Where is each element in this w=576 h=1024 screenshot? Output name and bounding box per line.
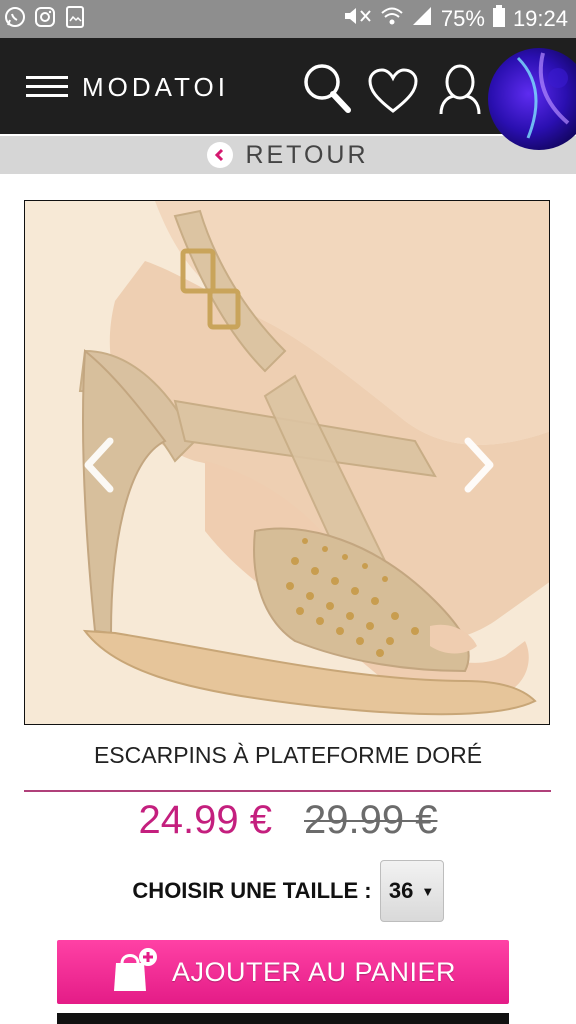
menu-icon[interactable]: [26, 76, 68, 98]
whatsapp-icon: [4, 6, 26, 28]
size-value[interactable]: 36: [389, 878, 413, 904]
instagram-icon: [34, 6, 56, 28]
bottom-button-edge: [57, 1013, 509, 1024]
wifi-icon: [381, 6, 403, 32]
price-row: 24.99 € 29.99 €: [0, 798, 576, 843]
gallery-icon: [64, 6, 86, 28]
clock: 19:24: [512, 6, 568, 31]
dropdown-arrow-icon[interactable]: ▼: [421, 884, 434, 899]
chevron-left-icon[interactable]: [73, 433, 123, 497]
brand-logo[interactable]: MODATOI: [82, 72, 229, 103]
divider: [24, 790, 551, 792]
product-title: ESCARPINS À PLATEFORME DORÉ: [93, 742, 483, 768]
original-price: 29.99 €: [304, 798, 438, 842]
heart-icon[interactable]: [368, 68, 418, 119]
size-select[interactable]: 36 ▼: [379, 860, 444, 922]
back-bar[interactable]: RETOUR: [0, 136, 576, 174]
status-bar: 75% 19:24: [0, 0, 576, 38]
chevron-right-icon[interactable]: [455, 433, 505, 497]
search-icon[interactable]: [302, 62, 352, 121]
sale-price: 24.99 €: [138, 798, 272, 842]
battery-icon: [492, 5, 505, 33]
add-to-cart-label[interactable]: AJOUTER AU PANIER: [172, 957, 456, 988]
signal-icon: [411, 6, 433, 32]
chevron-left-icon[interactable]: [207, 142, 234, 168]
battery-percentage: 75%: [440, 6, 485, 31]
back-label[interactable]: RETOUR: [245, 141, 368, 170]
account-icon[interactable]: [438, 64, 482, 121]
product-image[interactable]: [24, 200, 550, 725]
size-label: CHOISIR UNE TAILLE :: [132, 878, 372, 903]
add-to-cart-button[interactable]: AJOUTER AU PANIER: [57, 940, 509, 1004]
shopping-bag-plus-icon: [110, 945, 158, 1000]
size-selector-row: CHOISIR UNE TAILLE : 36 ▼: [0, 860, 576, 922]
mute-icon: [343, 6, 373, 32]
avatar[interactable]: [488, 48, 576, 150]
